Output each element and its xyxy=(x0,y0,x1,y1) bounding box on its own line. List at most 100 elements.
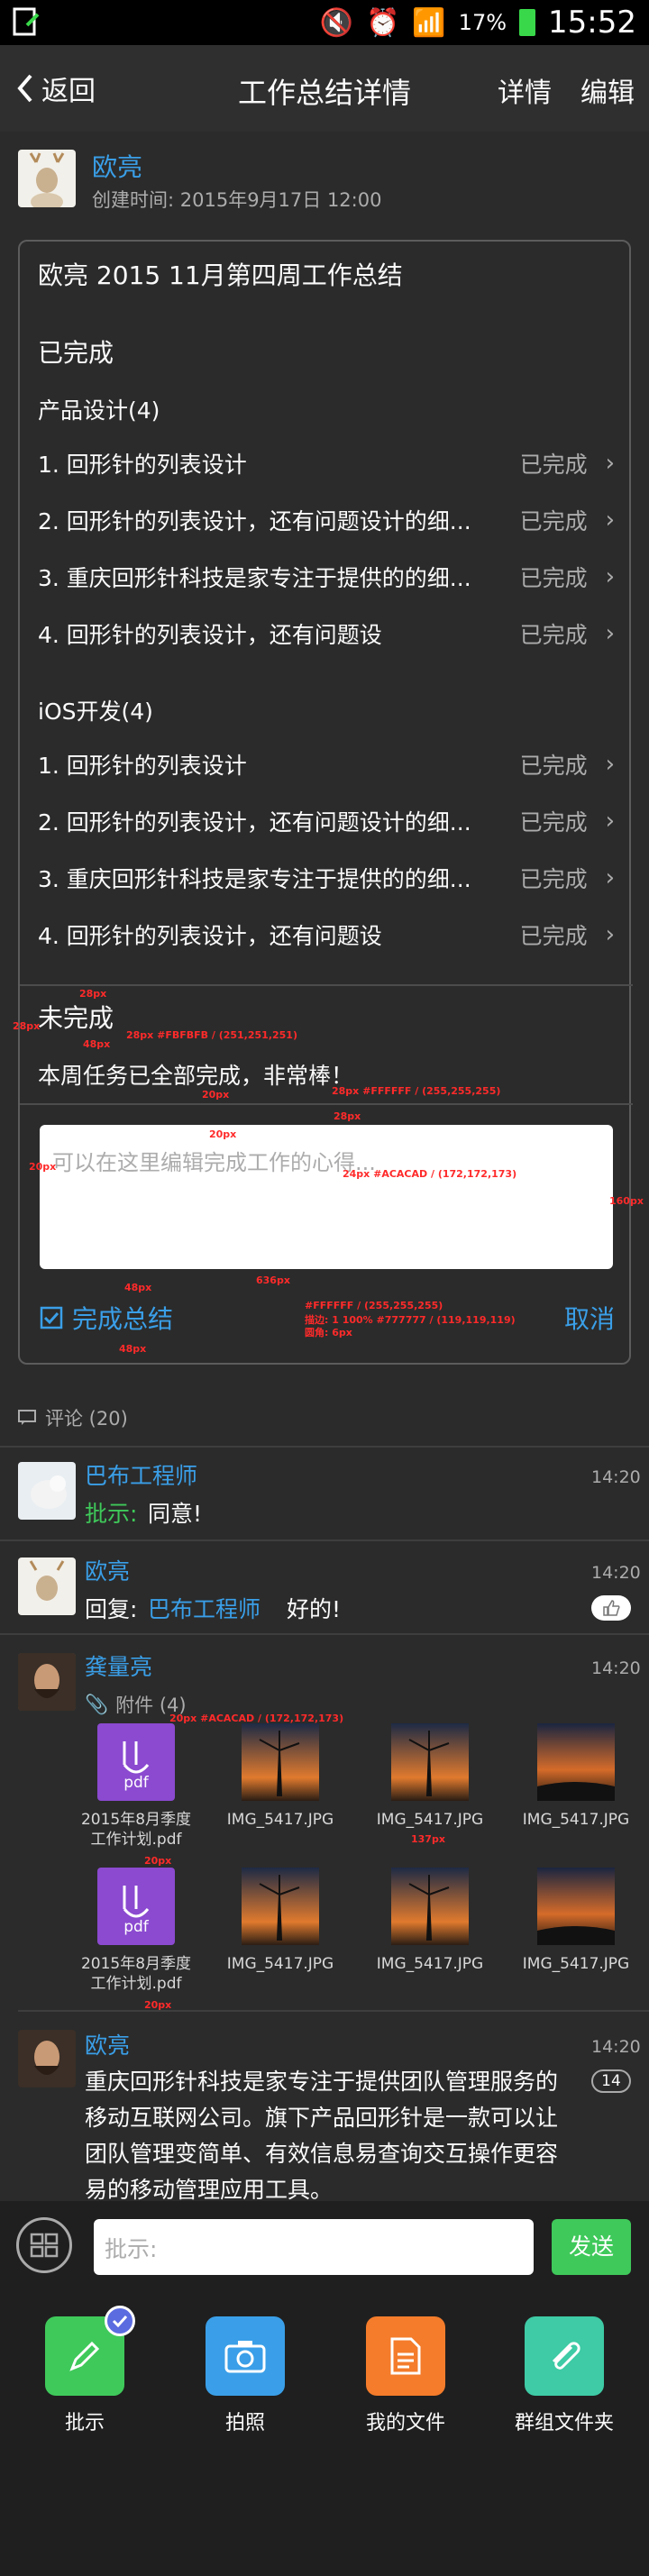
task-title: 4. 回形针的列表设计，还有问题设 xyxy=(38,622,382,648)
pdf-file-icon[interactable]: pdf xyxy=(97,1868,175,1945)
battery-text: 17% xyxy=(458,10,507,35)
comment-icon xyxy=(18,1410,36,1425)
annotation: 圆角: 6px xyxy=(305,1327,352,1338)
file-name: IMG_5417.JPG xyxy=(226,1955,334,1973)
photo-thumbnail[interactable] xyxy=(242,1723,319,1801)
paperclip-icon xyxy=(525,2316,604,2396)
like-button[interactable] xyxy=(591,1595,631,1621)
annotation: 24px #ACACAD / (172,172,173) xyxy=(343,1168,517,1180)
commenter-avatar[interactable] xyxy=(18,1653,76,1711)
back-label: 返回 xyxy=(41,76,96,107)
nav-bar: 返回 工作总结详情 详情 编辑 xyxy=(0,45,649,132)
annotation: 28px #FBFBFB / (251,251,251) xyxy=(126,1029,297,1041)
task-row[interactable]: 1. 回形针的列表设计 已完成 › xyxy=(38,438,615,489)
pdf-label: pdf xyxy=(123,1774,149,1792)
comment-input[interactable]: 批示: xyxy=(94,2219,534,2275)
send-button[interactable]: 发送 xyxy=(552,2219,631,2275)
task-row[interactable]: 4. 回形针的列表设计，还有问题设 已完成 › xyxy=(38,608,615,659)
task-title: 2. 回形针的列表设计，还有问题设计的细... xyxy=(38,508,471,534)
reply-count-badge[interactable]: 14 xyxy=(591,2069,631,2093)
divider xyxy=(0,1633,649,1635)
keyboard-grid-icon xyxy=(30,2233,59,2258)
tool-group-folder[interactable]: 群组文件夹 xyxy=(510,2316,618,2435)
document-icon xyxy=(366,2316,445,2396)
pencil-icon xyxy=(45,2306,135,2396)
annotation: 20px xyxy=(29,1161,57,1173)
annotation: 160px xyxy=(609,1195,644,1207)
tool-label: 批示 xyxy=(64,2412,105,2434)
thumbs-up-icon xyxy=(603,1600,620,1616)
commenter-name[interactable]: 欧亮 xyxy=(85,1554,130,1586)
mute-icon: 🔇 xyxy=(319,6,353,39)
alarm-icon: ⏰ xyxy=(365,6,400,39)
task-row[interactable]: 1. 回形针的列表设计 已完成 › xyxy=(38,739,615,790)
group-title-ios: iOS开发(4) xyxy=(38,699,153,725)
photo-thumbnail[interactable] xyxy=(537,1868,615,1945)
task-row[interactable]: 3. 重庆回形针科技是家专注于提供的的细... 已完成 › xyxy=(38,853,615,903)
comments-header: 评论 (20) xyxy=(18,1404,128,1431)
clock: 15:52 xyxy=(548,5,636,41)
comment-text: 同意! xyxy=(148,1501,203,1527)
comments-count: 评论 (20) xyxy=(45,1408,128,1430)
photo-thumbnail[interactable] xyxy=(391,1723,469,1801)
checkbox-checked-icon xyxy=(40,1306,63,1329)
task-status: 已完成 xyxy=(519,452,588,478)
paperclip-icon: 📎 xyxy=(85,1693,109,1715)
file-name: IMG_5417.JPG xyxy=(522,1955,630,1973)
back-button[interactable]: 返回 xyxy=(16,69,96,108)
photo-thumbnail[interactable] xyxy=(242,1868,319,1945)
task-row[interactable]: 4. 回形针的列表设计，还有问题设 已完成 › xyxy=(38,909,615,960)
task-row[interactable]: 2. 回形针的列表设计，还有问题设计的细... 已完成 › xyxy=(38,796,615,846)
commenter-avatar[interactable] xyxy=(18,2030,76,2087)
pdf-file-icon[interactable]: pdf xyxy=(97,1723,175,1801)
task-row[interactable]: 3. 重庆回形针科技是家专注于提供的的细... 已完成 › xyxy=(38,552,615,602)
file-name: 2015年8月季度工作计划.pdf xyxy=(80,1811,192,1849)
photo-thumbnail[interactable] xyxy=(537,1723,615,1801)
comment-text: 好的! xyxy=(287,1596,342,1622)
annotation: 28px #FFFFFF / (255,255,255) xyxy=(332,1085,501,1097)
chevron-right-icon: › xyxy=(605,921,615,948)
commenter-name[interactable]: 欧亮 xyxy=(85,2028,130,2060)
author-name[interactable]: 欧亮 xyxy=(92,148,142,184)
commenter-name[interactable]: 龚量亮 xyxy=(85,1649,152,1682)
task-status: 已完成 xyxy=(519,508,588,534)
summary-note-input[interactable]: 可以在这里编辑完成工作的心得... xyxy=(40,1125,613,1269)
tool-camera[interactable]: 拍照 xyxy=(200,2316,290,2435)
author-avatar[interactable] xyxy=(18,150,76,207)
tool-approve[interactable]: 批示 xyxy=(40,2306,135,2435)
task-status: 已完成 xyxy=(519,866,588,892)
task-status: 已完成 xyxy=(519,565,588,591)
comment-text: 重庆回形针科技是家专注于提供团队管理服务的移动互联网公司。旗下产品回形针是一款可… xyxy=(85,2069,559,2203)
comment-time: 14:20 xyxy=(591,1563,641,1583)
summary-title: 欧亮 2015 11月第四周工作总结 xyxy=(38,260,403,290)
chevron-left-icon xyxy=(17,74,32,103)
summary-card: 欧亮 2015 11月第四周工作总结 已完成 产品设计(4) 1. 回形针的列表… xyxy=(18,240,633,1365)
tool-my-files[interactable]: 我的文件 xyxy=(361,2316,451,2435)
task-row[interactable]: 2. 回形针的列表设计，还有问题设计的细... 已完成 › xyxy=(38,495,615,545)
task-title: 4. 回形针的列表设计，还有问题设 xyxy=(38,923,382,949)
undone-heading: 未完成 xyxy=(38,1003,114,1033)
photo-thumbnail[interactable] xyxy=(391,1868,469,1945)
file-name: IMG_5417.JPG xyxy=(376,1955,484,1973)
task-title: 2. 回形针的列表设计，还有问题设计的细... xyxy=(38,809,471,836)
annotation: 20px xyxy=(202,1089,230,1101)
commenter-avatar[interactable] xyxy=(18,1462,76,1520)
pdf-label: pdf xyxy=(123,1918,149,1936)
app-notification-icon xyxy=(13,7,40,36)
emoji-toggle-button[interactable] xyxy=(16,2217,72,2273)
complete-summary-label: 完成总结 xyxy=(72,1304,174,1334)
detail-button[interactable]: 详情 xyxy=(498,70,552,110)
commenter-avatar[interactable] xyxy=(18,1557,76,1615)
chevron-right-icon: › xyxy=(605,563,615,590)
divider xyxy=(20,1103,633,1105)
file-name: 2015年8月季度工作计划.pdf xyxy=(80,1955,192,1993)
done-heading: 已完成 xyxy=(38,338,114,368)
commenter-name[interactable]: 巴布工程师 xyxy=(85,1458,197,1491)
annotation: 137px xyxy=(411,1833,445,1845)
created-time: 创建时间: 2015年9月17日 12:00 xyxy=(92,189,382,211)
cancel-button[interactable]: 取消 xyxy=(564,1300,615,1336)
edit-button[interactable]: 编辑 xyxy=(580,70,635,110)
complete-summary-checkbox[interactable]: 完成总结 xyxy=(40,1300,173,1336)
mention-link[interactable]: 巴布工程师 xyxy=(148,1592,261,1624)
tool-label: 群组文件夹 xyxy=(514,2412,614,2434)
